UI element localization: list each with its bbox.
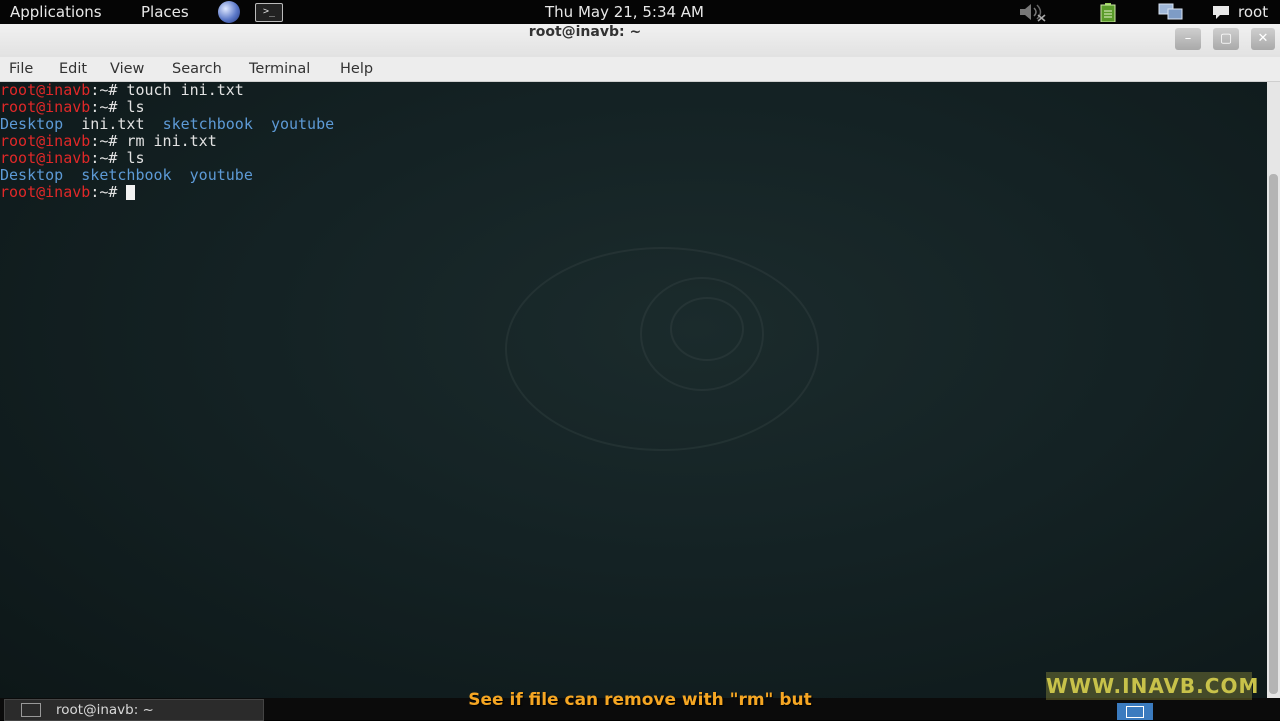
directory-entry: Desktop <box>0 166 64 184</box>
prompt-user: root@inavb <box>0 149 91 167</box>
directory-entry: Desktop <box>0 115 64 133</box>
chat-icon[interactable] <box>1211 2 1231 22</box>
terminal-command-line: root@inavb:~# touch ini.txt <box>0 82 334 99</box>
directory-entry: youtube <box>270 115 335 133</box>
maximize-button[interactable]: ▢ <box>1213 28 1239 50</box>
directory-entry: sketchbook <box>162 115 253 133</box>
prompt-user: root@inavb <box>0 82 91 99</box>
terminal-output: root@inavb:~# touch ini.txt root@inavb:~#… <box>0 82 334 201</box>
volume-muted-icon[interactable] <box>1018 2 1046 22</box>
command-text: touch ini.txt <box>126 82 244 99</box>
menu-view[interactable]: View <box>110 57 144 81</box>
terminal-command-line: root@inavb:~# <box>0 184 334 201</box>
menu-terminal[interactable]: Terminal <box>249 57 310 81</box>
terminal-area[interactable]: root@inavb:~# touch ini.txt root@inavb:~#… <box>0 82 1267 698</box>
battery-icon[interactable] <box>1098 2 1118 22</box>
prompt-path: :~# <box>90 183 127 201</box>
directory-entry: sketchbook <box>81 166 172 184</box>
close-button[interactable]: ✕ <box>1251 28 1275 50</box>
terminal-scrollbar[interactable] <box>1267 82 1280 698</box>
text-cursor <box>126 185 136 200</box>
clock[interactable]: Thu May 21, 5:34 AM <box>545 0 704 24</box>
command-text: ls <box>126 149 145 167</box>
prompt-path: :~# <box>90 132 127 150</box>
window-title: root@inavb: ~ <box>528 24 642 40</box>
places-menu[interactable]: Places <box>141 0 189 24</box>
top-panel: Applications Places >_ Thu May 21, 5:34 … <box>0 0 1280 24</box>
menu-search[interactable]: Search <box>172 57 222 81</box>
terminal-output-line: Desktop sketchbook youtube <box>0 167 334 184</box>
terminal-launcher-icon[interactable]: >_ <box>255 3 283 22</box>
menubar: File Edit View Search Terminal Help <box>0 57 1280 82</box>
terminal-output-line: Desktop ini.txt sketchbook youtube <box>0 116 334 133</box>
prompt-path: :~# <box>90 98 127 116</box>
terminal-command-line: root@inavb:~# ls <box>0 150 334 167</box>
user-menu[interactable]: root <box>1238 0 1268 24</box>
terminal-command-line: root@inavb:~# rm ini.txt <box>0 133 334 150</box>
menu-help[interactable]: Help <box>340 57 373 81</box>
directory-entry: youtube <box>189 166 253 184</box>
file-entry: ini.txt <box>81 115 145 133</box>
minimize-button[interactable]: – <box>1175 28 1201 50</box>
prompt-user: root@inavb <box>0 98 91 116</box>
terminal-command-line: root@inavb:~# ls <box>0 99 334 116</box>
prompt-path: :~# <box>90 82 127 99</box>
command-text: rm ini.txt <box>126 132 217 150</box>
wallpaper-swirl <box>505 247 819 451</box>
applications-menu[interactable]: Applications <box>10 0 102 24</box>
prompt-user: root@inavb <box>0 183 91 201</box>
menu-edit[interactable]: Edit <box>59 57 87 81</box>
browser-launcher-icon[interactable] <box>218 1 240 23</box>
command-text: ls <box>126 98 145 116</box>
scrollbar-thumb[interactable] <box>1269 174 1278 694</box>
prompt-user: root@inavb <box>0 132 91 150</box>
video-subtitle: See if file can remove with "rm" but <box>468 690 812 710</box>
window-titlebar[interactable]: root@inavb: ~ – ▢ ✕ <box>0 24 1280 57</box>
network-icon[interactable] <box>1157 2 1185 22</box>
menu-file[interactable]: File <box>9 57 33 81</box>
prompt-path: :~# <box>90 149 127 167</box>
